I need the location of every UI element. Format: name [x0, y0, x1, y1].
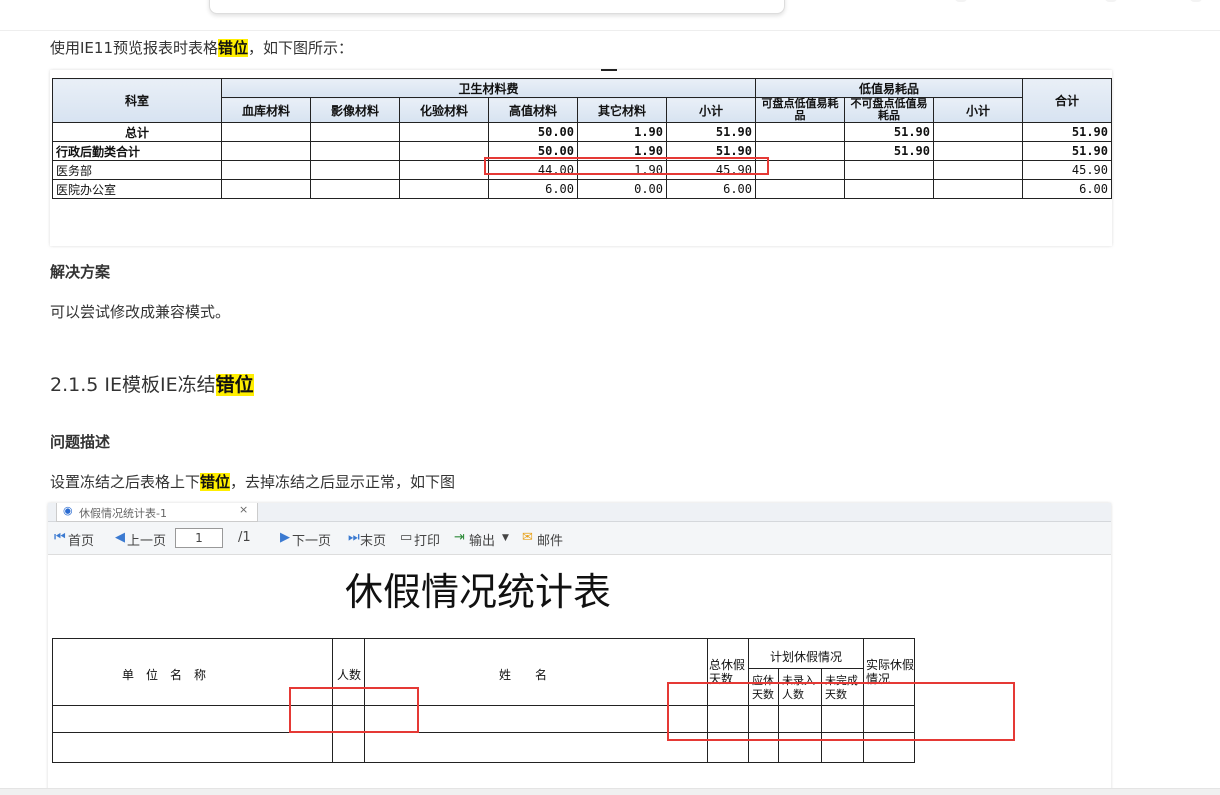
header-mark: [955, 0, 967, 2]
browser-tab[interactable]: ◉ 休假情况统计表-1 ×: [56, 503, 258, 522]
row-label: 总计: [52, 122, 222, 142]
next-page-icon[interactable]: ▶: [280, 530, 290, 545]
col-total: 合计: [1022, 78, 1112, 123]
print-icon[interactable]: ▭: [400, 530, 412, 545]
report-toolbar: ⏮ 首页 ◀ 上一页 1 /1 ▶ 下一页 ⏭ 末页 ▭ 打印 ⇥ 输出 ▼ ✉…: [48, 522, 1111, 555]
top-strip: [0, 0, 1220, 31]
col-header: 血库材料: [221, 97, 311, 123]
section-heading: 2.1.5 IE模板IE冻结错位: [50, 370, 254, 397]
problem-text: 设置冻结之后表格上下: [50, 473, 201, 491]
misalignment-highlight-box: [484, 157, 769, 175]
col-header: 高值材料: [488, 97, 578, 123]
col-header: 可盘点低值易耗品: [755, 97, 845, 123]
highlight-term: 错位: [215, 374, 254, 396]
group-low-value: 低值易耗品: [755, 78, 1023, 98]
solution-text: 可以尝试修改成兼容模式。: [50, 303, 231, 321]
cell-value: 51.90: [666, 122, 756, 142]
col-header: 小计: [933, 97, 1023, 123]
report-table: 科室 卫生材料费 低值易耗品 合计 血库材料 影像材料 化验材料 高值材料 其它…: [52, 78, 1112, 199]
last-page-icon[interactable]: ⏭: [348, 530, 360, 545]
close-icon[interactable]: ×: [239, 503, 248, 516]
first-page-button[interactable]: 首页: [68, 530, 94, 549]
section-heading-text: 2.1.5 IE模板IE冻结: [50, 374, 216, 396]
col-header: 小计: [666, 97, 756, 123]
problem-heading: 问题描述: [50, 433, 111, 451]
row-label: 行政后勤类合计: [52, 141, 222, 161]
highlight-term: 错位: [200, 473, 231, 491]
misalignment-highlight-box: [289, 687, 419, 733]
col-header: 影像材料: [310, 97, 400, 123]
report-title: 休假情况统计表: [345, 570, 612, 614]
cell-value: 51.90: [1022, 141, 1112, 161]
prev-page-icon[interactable]: ◀: [115, 530, 125, 545]
cell-value: 6.00: [488, 179, 578, 199]
browser-tabbar: ◉ 休假情况统计表-1 ×: [48, 503, 1111, 522]
header-count: 人数: [337, 668, 362, 682]
cell-value: 51.90: [844, 141, 934, 161]
table-row: 总计 50.00 1.90 51.90 51.90 51.90: [52, 122, 1112, 142]
chevron-down-icon[interactable]: ▼: [502, 533, 509, 543]
header-unit-name: 单 位 名 称: [122, 668, 207, 682]
cell-value: 6.00: [1022, 179, 1112, 199]
search-input[interactable]: [209, 0, 785, 14]
group-health-materials: 卫生材料费: [221, 78, 756, 98]
first-page-icon[interactable]: ⏮: [54, 530, 66, 545]
prev-page-button[interactable]: 上一页: [127, 530, 166, 549]
export-button[interactable]: 输出: [469, 530, 495, 549]
misalignment-highlight-box: [667, 682, 1015, 741]
mail-icon[interactable]: ✉: [522, 530, 533, 545]
intro-text: 使用IE11预览报表时表格: [50, 39, 218, 57]
figure-ie11-table: 科室 卫生材料费 低值易耗品 合计 血库材料 影像材料 化验材料 高值材料 其它…: [50, 69, 1112, 246]
tab-label: 休假情况统计表-1: [79, 507, 167, 520]
header-planned-leave: 计划休假情况: [770, 650, 843, 664]
row-label: 医务部: [52, 160, 222, 180]
cell-value: 50.00: [488, 122, 578, 142]
row-label: 医院办公室: [52, 179, 222, 199]
cell-value: 51.90: [1022, 122, 1112, 142]
table-row: 医院办公室 6.00 0.00 6.00 6.00: [52, 179, 1112, 199]
print-button[interactable]: 打印: [414, 530, 440, 549]
ie-icon: ◉: [63, 504, 73, 517]
col-header: 不可盘点低值易耗品: [844, 97, 934, 123]
header-mark: [1105, 0, 1117, 2]
cell-value: 1.90: [577, 122, 667, 142]
col-header: 化验材料: [399, 97, 489, 123]
last-page-button[interactable]: 末页: [360, 530, 386, 549]
highlight-term: 错位: [218, 39, 249, 57]
solution-heading: 解决方案: [50, 263, 111, 281]
cell-value: 45.90: [1022, 160, 1112, 180]
figure-frozen-report: ◉ 休假情况统计表-1 × ⏮ 首页 ◀ 上一页 1 /1 ▶ 下一页 ⏭ 末页…: [48, 503, 1111, 794]
page-total: /1: [238, 530, 251, 545]
cell-value: 51.90: [844, 122, 934, 142]
export-icon[interactable]: ⇥: [454, 530, 465, 545]
col-header: 其它材料: [577, 97, 667, 123]
col-dept: 科室: [52, 78, 222, 123]
intro-text-end: ，如下图所示：: [248, 39, 354, 57]
cell-value: 0.00: [577, 179, 667, 199]
intro-paragraph: 使用IE11预览报表时表格错位，如下图所示：: [50, 37, 353, 58]
next-page-button[interactable]: 下一页: [292, 530, 331, 549]
problem-text-end: ，去掉冻结之后显示正常，如下图: [230, 473, 456, 491]
page-number-input[interactable]: 1: [175, 528, 223, 548]
figure-divider: [601, 69, 617, 71]
problem-paragraph: 设置冻结之后表格上下错位，去掉冻结之后显示正常，如下图: [50, 471, 455, 492]
mail-button[interactable]: 邮件: [537, 530, 563, 549]
header-name: 姓 名: [499, 668, 548, 682]
header-mark: [1190, 0, 1202, 2]
cell-value: 6.00: [666, 179, 756, 199]
